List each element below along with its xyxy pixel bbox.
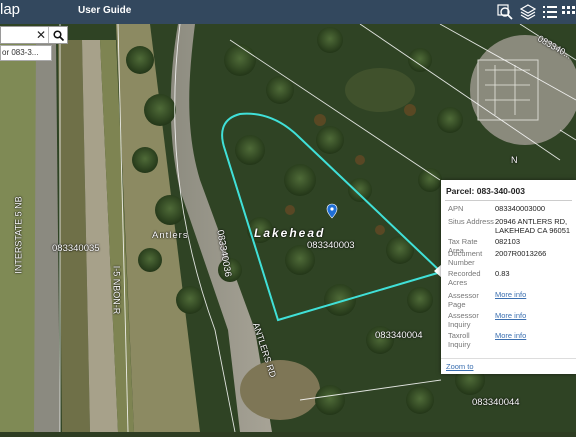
place-label-lakehead: Lakehead <box>254 226 326 240</box>
field-value-apn: 083340003000 <box>495 204 546 213</box>
field-label-assessor-inquiry: Assessor Inquiry <box>448 311 479 329</box>
north-marker: N <box>511 155 518 165</box>
field-value-situs-address: 20946 ANTLERS RD, LAKEHEAD CA 96051 <box>495 217 571 235</box>
parcel-label-083340035: 083340035 <box>52 243 100 254</box>
parcel-label-083340044: 083340044 <box>472 397 520 408</box>
search-button[interactable] <box>48 27 67 43</box>
user-guide-link[interactable]: User Guide <box>78 5 131 16</box>
search-icon <box>52 29 64 41</box>
search-zoom-icon[interactable] <box>494 1 516 23</box>
taxroll-inquiry-more-info-link[interactable]: More info <box>495 331 526 340</box>
field-label-situs-address: Situs Address <box>448 217 494 226</box>
search-suggestion-text: or 083-3... <box>2 48 39 57</box>
field-label-taxroll-inquiry: Taxroll Inquiry <box>448 331 471 349</box>
assessor-inquiry-more-info-link[interactable]: More info <box>495 311 526 320</box>
popup-title: Parcel: 083-340-003 <box>446 186 525 196</box>
parcel-label-083340003: 083340003 <box>307 240 355 251</box>
grid-icon[interactable] <box>560 1 576 23</box>
layers-icon[interactable] <box>517 1 539 23</box>
place-label-antlers: Antlers <box>152 230 189 241</box>
road-label-i5-nbon-r: I-5 NBON-R <box>111 265 122 315</box>
field-value-document-number: 2007R0013266 <box>495 249 547 258</box>
field-label-document-number: Document Number <box>448 249 483 267</box>
parcel-label-083340004: 083340004 <box>375 330 423 341</box>
field-value-recorded-acres: 0.83 <box>495 269 510 278</box>
road-label-interstate-5-nb: INTERSTATE 5 NB <box>13 196 24 274</box>
parcel-popup: Parcel: 083-340-003 APN 083340003000 Sit… <box>441 180 576 374</box>
assessor-page-more-info-link[interactable]: More info <box>495 290 526 299</box>
app-title: lap <box>0 1 21 18</box>
search-box: ✕ <box>0 26 68 44</box>
popup-footer-divider <box>441 358 576 359</box>
field-value-tax-rate-area: 082103 <box>495 237 521 246</box>
field-label-recorded-acres: Recorded Acres <box>448 269 481 287</box>
list-icon[interactable] <box>539 1 561 23</box>
app-header: lap User Guide <box>0 0 576 24</box>
clear-icon[interactable]: ✕ <box>35 27 47 43</box>
field-label-apn: APN <box>448 204 464 213</box>
field-label-assessor-page: Assessor Page <box>448 291 479 309</box>
popup-divider <box>445 200 572 201</box>
zoom-to-link[interactable]: Zoom to <box>446 362 474 371</box>
search-suggestion[interactable]: or 083-3... <box>0 45 52 61</box>
